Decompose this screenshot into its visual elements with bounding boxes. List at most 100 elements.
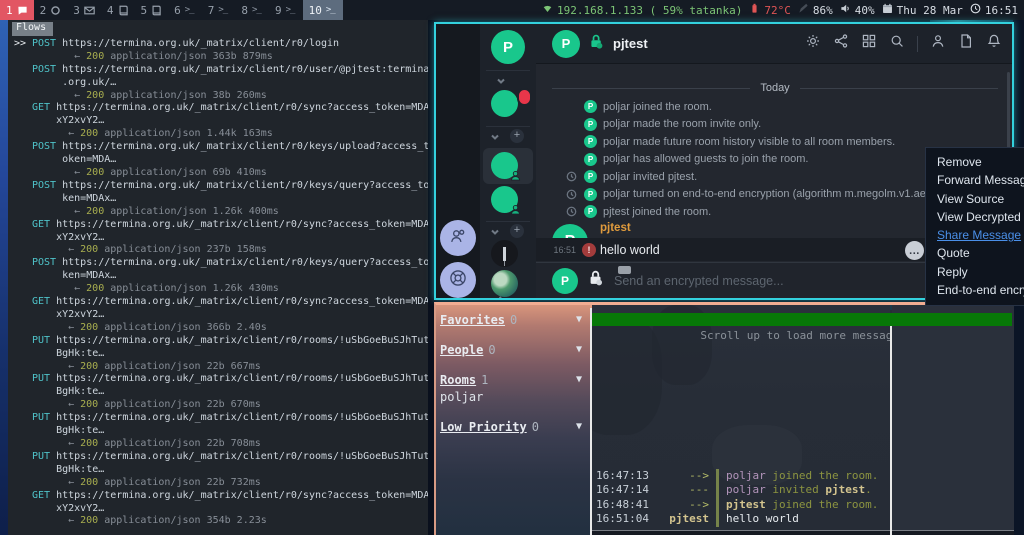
menu-item-view-source[interactable]: View Source xyxy=(937,190,1024,208)
flow-row[interactable]: POST https://termina.org.uk/_matrix/clie… xyxy=(14,141,428,180)
status-wifi: 192.168.1.133 ( 59% tatanka) xyxy=(542,3,742,17)
timeline-event[interactable]: Ppoljar joined the room. xyxy=(536,98,1012,116)
help-button[interactable] xyxy=(440,262,476,298)
flow-row[interactable]: PUT https://termina.org.uk/_matrix/clien… xyxy=(14,412,428,451)
terminal-matrix-window: Favorites0▼People0▼Rooms1▼poljarLow Prio… xyxy=(434,302,1014,535)
system-status: 192.168.1.133 ( 59% tatanka)72°C86%40%Th… xyxy=(542,0,1024,20)
menu-item-reply[interactable]: Reply xyxy=(937,263,1024,281)
workspace-2[interactable]: 2 xyxy=(34,0,68,20)
workspace-number: 8 xyxy=(241,4,248,17)
divider xyxy=(486,70,530,71)
file-icon[interactable] xyxy=(958,33,974,54)
room-entry[interactable]: poljar xyxy=(440,390,584,404)
user-avatar[interactable]: P xyxy=(491,30,525,64)
chevron-down-icon[interactable] xyxy=(490,227,500,240)
flow-row[interactable]: GET https://termina.org.uk/_matrix/clien… xyxy=(14,102,428,141)
chevron-right-icon[interactable] xyxy=(496,295,506,300)
lock-icon xyxy=(587,269,605,292)
notification-badge xyxy=(517,88,532,106)
workspace-number: 7 xyxy=(208,4,215,17)
flow-url: https://termina.org.uk/_matrix/client/r0… xyxy=(62,180,428,193)
settings-gear-icon[interactable] xyxy=(805,33,821,54)
search-icon[interactable] xyxy=(889,33,905,54)
flow-method: POST xyxy=(32,257,62,270)
bell-icon[interactable] xyxy=(986,33,1002,54)
flows-tab[interactable]: Flows xyxy=(12,22,53,36)
flow-row[interactable]: PUT https://termina.org.uk/_matrix/clien… xyxy=(14,335,428,374)
chevron-down-icon[interactable] xyxy=(496,76,506,89)
flow-url: https://termina.org.uk/_matrix/client/r0… xyxy=(56,412,428,425)
grid-icon[interactable] xyxy=(861,33,877,54)
roomlist-section-people[interactable]: People0▼ xyxy=(440,343,584,364)
room-header-avatar[interactable]: P xyxy=(552,30,580,58)
status-code: 200 xyxy=(80,438,98,449)
section-count: 0 xyxy=(532,420,539,434)
roomlist-section-low-priority[interactable]: Low Priority0▼ xyxy=(440,420,584,441)
flow-url: https://termina.org.uk/_matrix/client/r0… xyxy=(56,296,428,309)
plus-icon[interactable]: + xyxy=(510,129,524,143)
message-input[interactable] xyxy=(614,274,969,288)
workspace-10[interactable]: 10>_ xyxy=(303,0,343,20)
collapse-triangle-icon[interactable]: ▼ xyxy=(576,374,582,385)
flow-row[interactable]: PUT https://termina.org.uk/_matrix/clien… xyxy=(14,451,428,490)
section-header[interactable]: Low Priority0 xyxy=(440,420,584,434)
flow-row[interactable]: GET https://termina.org.uk/_matrix/clien… xyxy=(14,296,428,335)
flow-row[interactable]: POST https://termina.org.uk/_matrix/clie… xyxy=(14,180,428,219)
workspace-3[interactable]: 3 xyxy=(67,0,101,20)
workspace-5[interactable]: 5 xyxy=(135,0,169,20)
collapse-triangle-icon[interactable]: ▼ xyxy=(576,314,582,325)
share-icon[interactable] xyxy=(833,33,849,54)
roomlist-section-favorites[interactable]: Favorites0▼ xyxy=(440,313,584,334)
section-header[interactable]: Favorites0 xyxy=(440,313,584,327)
message-timestamp: 16:51 xyxy=(536,245,582,255)
menu-item-end-to-end-encryption[interactable]: End-to-end encryption xyxy=(937,281,1024,299)
event-text: poljar invited pjtest. xyxy=(603,171,697,183)
timeline-event[interactable]: Ppoljar made the room invite only. xyxy=(536,116,1012,134)
flow-method: GET xyxy=(32,219,56,232)
collapse-triangle-icon[interactable]: ▼ xyxy=(576,421,582,432)
flow-body: https://termina.org.uk/_matrix/client/r0… xyxy=(56,451,428,490)
workspace-1[interactable]: 1 xyxy=(0,0,34,20)
plus-icon[interactable]: + xyxy=(510,224,524,238)
event-text: poljar made future room history visible … xyxy=(603,136,895,148)
workspace-9[interactable]: 9>_ xyxy=(269,0,303,20)
status-code: 200 xyxy=(80,244,98,255)
flow-row[interactable]: GET https://termina.org.uk/_matrix/clien… xyxy=(14,219,428,258)
menu-item-view-decrypted-source[interactable]: View Decrypted Source xyxy=(937,208,1024,226)
workspace-8[interactable]: 8>_ xyxy=(235,0,269,20)
members-icon[interactable] xyxy=(930,33,946,54)
workspace-7[interactable]: 7>_ xyxy=(202,0,236,20)
collapse-triangle-icon[interactable]: ▼ xyxy=(576,344,582,355)
menu-item-share-message[interactable]: Share Message xyxy=(937,226,1024,244)
book-workspace-icon xyxy=(151,5,162,16)
menu-item-quote[interactable]: Quote xyxy=(937,244,1024,262)
panel-separator[interactable] xyxy=(890,313,892,535)
room-avatar-sword[interactable] xyxy=(491,240,518,267)
menu-item-remove[interactable]: Remove xyxy=(937,153,1024,171)
flow-row[interactable]: POST https://termina.org.uk/_matrix/clie… xyxy=(14,64,428,103)
menu-item-forward-message[interactable]: Forward Message xyxy=(937,171,1024,189)
section-header[interactable]: Rooms1 xyxy=(440,373,584,387)
room-avatar-earth[interactable] xyxy=(491,270,518,297)
more-options-button[interactable]: ... xyxy=(905,241,924,260)
people-directory-button[interactable] xyxy=(440,220,476,256)
line-prefix: --> xyxy=(654,498,716,513)
workspace-number: 2 xyxy=(40,4,47,17)
flow-row[interactable]: GET https://termina.org.uk/_matrix/clien… xyxy=(14,490,428,529)
workspace-6[interactable]: 6>_ xyxy=(168,0,202,20)
room-avatar-t[interactable] xyxy=(491,90,518,117)
flow-body: https://termina.org.uk/_matrix/client/r0… xyxy=(56,102,428,141)
sender-name[interactable]: pjtest xyxy=(600,222,631,234)
roomlist-section-rooms[interactable]: Rooms1▼ poljar xyxy=(440,373,584,411)
flow-row[interactable]: >> POST https://termina.org.uk/_matrix/c… xyxy=(14,38,428,64)
panel-separator[interactable] xyxy=(590,308,592,535)
workspace-4[interactable]: 4 xyxy=(101,0,135,20)
flow-row[interactable]: POST https://termina.org.uk/_matrix/clie… xyxy=(14,257,428,296)
section-header[interactable]: People0 xyxy=(440,343,584,357)
terminal-chat-area[interactable]: Scroll up to load more messages 16:47:13… xyxy=(592,305,890,535)
workspace-number: 4 xyxy=(107,4,114,17)
message-text: hello world xyxy=(600,243,660,257)
chevron-down-icon[interactable] xyxy=(490,132,500,145)
flow-row[interactable]: PUT https://termina.org.uk/_matrix/clien… xyxy=(14,373,428,412)
status-code: 200 xyxy=(80,361,98,372)
